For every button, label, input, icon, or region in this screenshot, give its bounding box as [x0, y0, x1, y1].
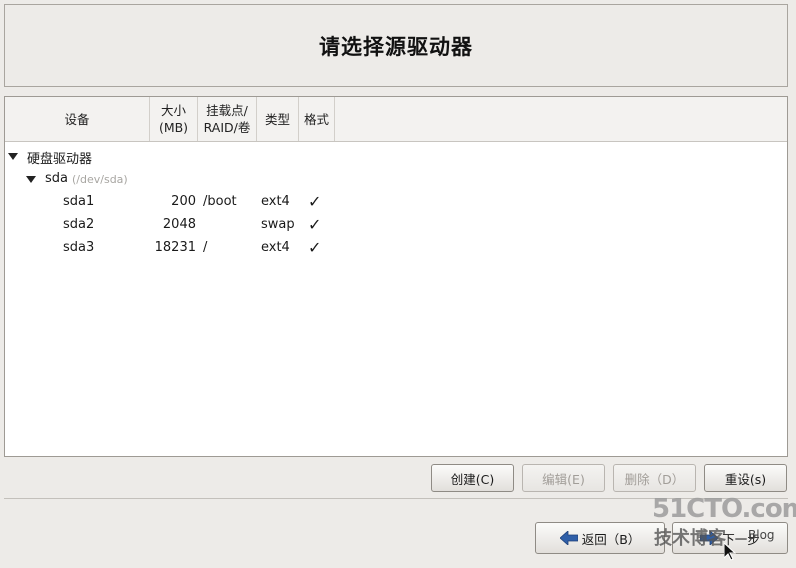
back-arrow-icon — [559, 531, 578, 545]
page-title: 请选择源驱动器 — [319, 34, 473, 59]
partition-device: sda1 — [63, 194, 95, 209]
column-header-format[interactable]: 格式 — [299, 97, 335, 141]
collapse-arrow-icon[interactable] — [8, 153, 18, 160]
group-label: 硬盘驱动器 — [27, 152, 93, 167]
partition-type: ext4 — [261, 240, 290, 255]
next-arrow-icon — [700, 531, 719, 545]
format-check-icon: ✓ — [308, 238, 322, 257]
partition-device: sda2 — [63, 217, 95, 232]
table-row[interactable]: sda2 2048 swap ✓ — [5, 215, 787, 237]
partition-mount: / — [203, 240, 208, 255]
table-header: 设备 大小 (MB) 挂载点/ RAID/卷 类型 格式 — [5, 97, 787, 142]
partition-table[interactable]: 设备 大小 (MB) 挂载点/ RAID/卷 类型 格式 硬盘驱动器 sda (… — [4, 96, 788, 457]
collapse-arrow-icon[interactable] — [26, 176, 36, 183]
title-panel: 请选择源驱动器 — [4, 4, 788, 87]
format-check-icon: ✓ — [308, 192, 322, 211]
table-row[interactable]: sda3 18231 / ext4 ✓ — [5, 238, 787, 260]
partition-size: 18231 — [154, 240, 196, 255]
column-header-type[interactable]: 类型 — [257, 97, 299, 141]
format-check-icon: ✓ — [308, 215, 322, 234]
column-header-device[interactable]: 设备 — [5, 97, 150, 141]
partition-size: 2048 — [162, 217, 196, 232]
column-header-size[interactable]: 大小 (MB) — [150, 97, 198, 141]
mouse-cursor-icon — [724, 543, 736, 561]
drive-name: sda — [45, 171, 68, 186]
reset-button[interactable]: 重设(s) — [704, 464, 787, 492]
partition-device: sda3 — [63, 240, 95, 255]
partition-size: 200 — [171, 194, 196, 209]
back-button-label: 返回（B） — [581, 531, 641, 547]
table-row[interactable]: sda1 200 /boot ext4 ✓ — [5, 192, 787, 214]
divider — [4, 498, 788, 499]
create-button[interactable]: 创建(C) — [431, 464, 514, 492]
tree-row-drive[interactable]: sda (/dev/sda) — [5, 169, 787, 191]
partition-mount: /boot — [203, 194, 237, 209]
delete-button[interactable]: 删除（D） — [613, 464, 696, 492]
edit-button[interactable]: 编辑(E) — [522, 464, 605, 492]
column-header-mount[interactable]: 挂载点/ RAID/卷 — [198, 97, 257, 141]
partition-type: swap — [261, 217, 295, 232]
drive-path: (/dev/sda) — [72, 173, 128, 186]
back-button[interactable]: 返回（B） — [535, 522, 665, 554]
tree-row-hard-drives[interactable]: 硬盘驱动器 — [5, 146, 787, 168]
partition-type: ext4 — [261, 194, 290, 209]
